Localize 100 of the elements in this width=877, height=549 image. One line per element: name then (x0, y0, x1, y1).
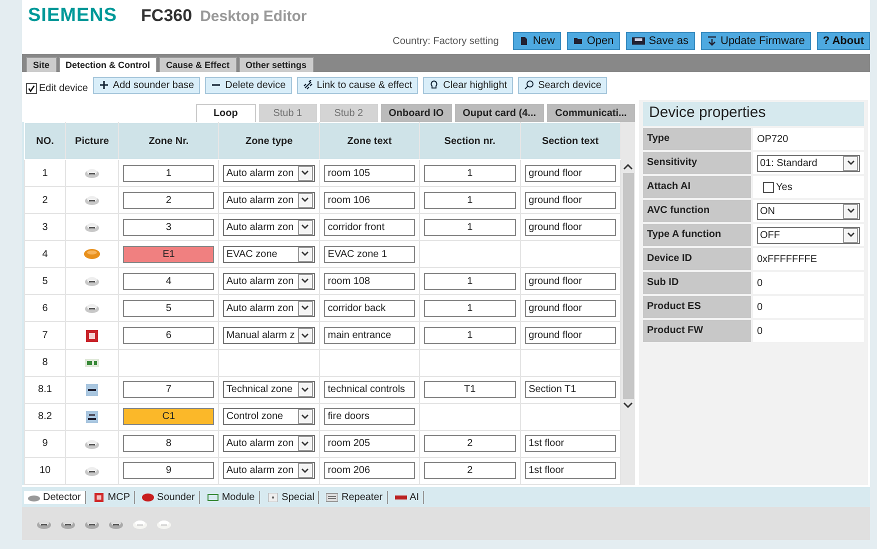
plus-icon (98, 80, 109, 90)
property-dropdown[interactable]: ON (757, 202, 860, 220)
zone-type-dropdown[interactable]: Auto alarm zon (223, 272, 315, 290)
zone-text-field[interactable]: corridor front (324, 218, 416, 236)
zone-type-dropdown[interactable]: Technical zone (223, 381, 315, 398)
column-header: Zone text (319, 122, 420, 160)
section-number-field[interactable]: 1 (424, 300, 516, 317)
header-button[interactable]: Save as (626, 32, 694, 50)
property-label: Sensitivity (643, 152, 751, 174)
zone-number-field[interactable]: 9 (123, 462, 214, 480)
toolbar-button[interactable]: Clear highlight (423, 76, 514, 94)
zone-type-dropdown[interactable]: Auto alarm zon (223, 300, 315, 317)
property-label: AVC function (643, 200, 751, 222)
loop-tab[interactable]: Ouput card (4... (454, 104, 544, 122)
zone-text-field[interactable]: room 106 (324, 192, 416, 209)
section-number-field[interactable]: 1 (424, 192, 516, 209)
section-number-field[interactable]: 1 (424, 164, 516, 182)
property-label: Attach AI (643, 176, 751, 198)
section-text-field[interactable]: ground floor (524, 272, 616, 290)
product-name: FC360 (141, 6, 192, 26)
section-number-field[interactable]: 1 (424, 327, 516, 344)
zone-text-field[interactable]: EVAC zone 1 (324, 246, 416, 263)
panel-title: Device properties (643, 102, 864, 126)
tab[interactable]: Cause & Effect (159, 57, 237, 72)
zone-text-field[interactable]: technical controls (324, 381, 416, 398)
zone-type-dropdown[interactable]: Auto alarm zon (223, 462, 315, 480)
section-number-field[interactable]: 2 (424, 462, 516, 480)
zone-text-field[interactable]: room 105 (324, 164, 416, 182)
zone-number-field[interactable]: 4 (123, 272, 214, 290)
row-number: 5 (24, 268, 66, 295)
zone-text-field[interactable]: room 206 (324, 462, 416, 480)
zone-number-field[interactable]: 7 (123, 381, 214, 398)
edit-device-checkbox[interactable]: Edit device (26, 82, 88, 94)
section-text-field[interactable]: ground floor (524, 300, 616, 317)
tab[interactable]: Site (26, 57, 57, 72)
zone-type-dropdown[interactable]: Auto alarm zon (223, 192, 315, 209)
tab[interactable]: Detection & Control (58, 57, 158, 72)
loop-tab[interactable]: Onboard IO (380, 104, 452, 122)
folder-icon (572, 36, 583, 46)
property-value: 0 (757, 302, 763, 312)
zone-type-dropdown[interactable]: Manual alarm z (223, 327, 315, 344)
zone-text-field[interactable]: corridor back (324, 300, 416, 317)
section-text-field[interactable]: 1st floor (524, 462, 616, 480)
zone-number-field[interactable]: 6 (123, 327, 214, 344)
header-button[interactable]: Update Firmware (700, 32, 811, 50)
scroll-thumb[interactable] (622, 173, 634, 399)
loop-tab[interactable]: Loop (196, 104, 256, 122)
header-button[interactable]: Open (566, 32, 620, 50)
header-button[interactable]: New (512, 32, 561, 50)
toolbar-button[interactable]: Add sounder base (92, 76, 200, 94)
zone-number-field[interactable]: 2 (123, 192, 214, 209)
section-number-field[interactable]: T1 (424, 381, 516, 398)
scroll-up-icon[interactable] (623, 164, 633, 170)
section-number-field[interactable]: 2 (424, 435, 516, 452)
section-number-field[interactable]: 1 (424, 272, 516, 290)
section-text-field[interactable]: 1st floor (524, 435, 616, 452)
brand-logo: SIEMENS (28, 5, 118, 27)
section-number-field[interactable]: 1 (424, 218, 516, 236)
tab[interactable]: Other settings (238, 57, 314, 72)
column-header: Section text (520, 122, 621, 160)
zone-type-dropdown[interactable]: Auto alarm zon (223, 164, 315, 182)
zone-type-dropdown[interactable]: EVAC zone (223, 246, 315, 263)
property-value: 0 (757, 326, 763, 336)
module-icon (206, 492, 219, 502)
zone-number-field[interactable]: C1 (123, 408, 214, 426)
zone-type-dropdown[interactable]: Auto alarm zon (223, 435, 315, 452)
zone-number-field[interactable]: 8 (123, 435, 214, 452)
section-text-field[interactable]: Section T1 (524, 381, 616, 398)
section-text-field[interactable]: ground floor (524, 192, 616, 209)
property-dropdown[interactable]: OFF (757, 226, 860, 244)
zone-text-field[interactable]: fire doors (324, 408, 416, 426)
property-checkbox[interactable]: Yes (763, 182, 792, 192)
caret-icon (843, 156, 858, 170)
zone-number-field[interactable]: 5 (123, 300, 214, 317)
toolbar-button[interactable]: Link to cause & effect (296, 76, 418, 94)
loop-tab[interactable]: Communicati... (547, 104, 635, 122)
section-text-field[interactable]: ground floor (524, 218, 616, 236)
scrollbar[interactable] (621, 122, 635, 485)
toolbar-button[interactable]: Search device (518, 76, 608, 94)
row-number: 8.1 (24, 376, 66, 404)
zone-number-field[interactable]: 1 (123, 164, 214, 182)
sounder-icon (142, 492, 154, 502)
zone-text-field[interactable]: room 108 (324, 272, 416, 290)
property-label: Product FW (643, 320, 751, 342)
zone-text-field[interactable]: main entrance (324, 327, 416, 344)
section-text-field[interactable]: ground floor (524, 327, 616, 344)
property-dropdown[interactable]: 01: Standard (757, 154, 860, 172)
caret-icon (298, 192, 313, 208)
scroll-down-icon[interactable] (623, 402, 633, 408)
zone-number-field[interactable]: 3 (123, 218, 214, 236)
caret-icon (298, 436, 313, 452)
zone-text-field[interactable]: room 205 (324, 435, 416, 452)
toolbar-button[interactable]: Delete device (205, 76, 292, 94)
zone-number-field[interactable]: E1 (123, 246, 214, 263)
header-button[interactable]: ? About (816, 32, 870, 50)
section-text-field[interactable]: ground floor (524, 164, 616, 182)
zone-type-dropdown[interactable]: Auto alarm zon (223, 218, 315, 236)
zone-type-dropdown[interactable]: Control zone (223, 408, 315, 426)
palette-tab[interactable]: Detector (24, 490, 86, 504)
caret-icon (843, 204, 858, 218)
